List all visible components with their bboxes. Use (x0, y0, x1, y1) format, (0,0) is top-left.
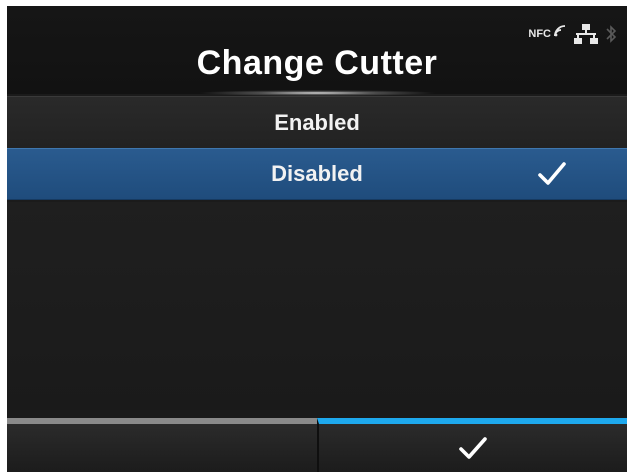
confirm-softkey[interactable] (317, 418, 627, 472)
softkey-bar (7, 418, 627, 472)
page-title: Change Cutter (196, 44, 438, 82)
header: NFC Change Cutter (7, 6, 627, 96)
back-softkey[interactable] (7, 418, 317, 472)
printer-screen: NFC Change Cutter Enabled Disabled (7, 6, 627, 472)
bluetooth-icon (606, 25, 617, 43)
checkmark-icon (459, 437, 487, 459)
option-enabled[interactable]: Enabled (7, 96, 627, 148)
option-label: Disabled (271, 161, 363, 186)
wireless-icon (554, 25, 566, 37)
checkmark-icon (538, 162, 566, 185)
network-icon (574, 24, 598, 44)
option-list: Enabled Disabled (7, 96, 627, 200)
option-disabled[interactable]: Disabled (7, 148, 627, 200)
nfc-icon: NFC (528, 28, 551, 40)
list-empty-area (7, 202, 627, 418)
option-label: Enabled (274, 109, 360, 135)
